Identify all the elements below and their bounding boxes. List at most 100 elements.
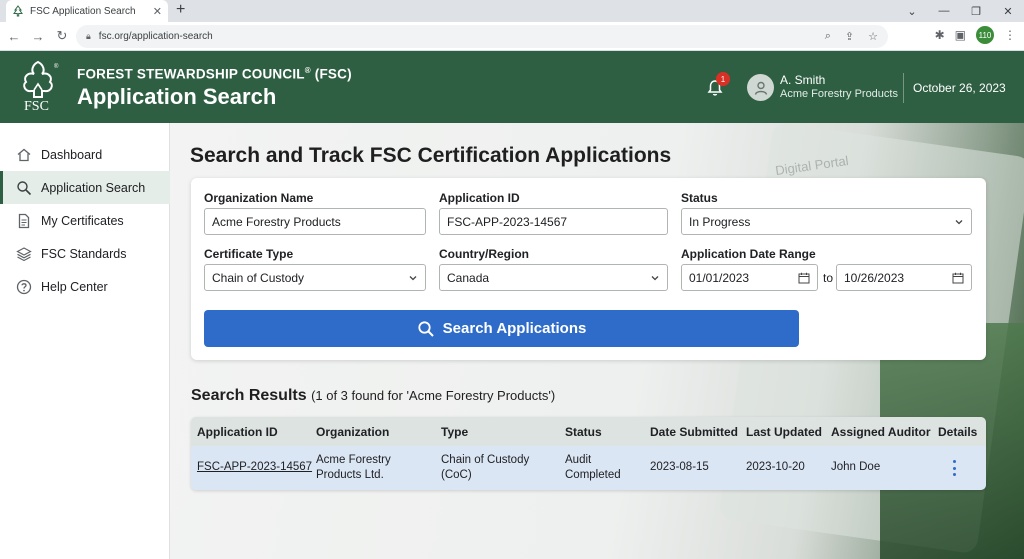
profile-avatar[interactable]: 110 (976, 26, 994, 44)
chevron-down-icon (955, 219, 963, 224)
browser-toolbar: ← → ↻ 🔒︎ fsc.org/application-search ⌕ ⇪ … (0, 22, 1024, 51)
maximize-icon[interactable]: ❐ (960, 5, 992, 18)
results-count: (1 of 3 found for 'Acme Forestry Product… (311, 388, 556, 403)
more-options-icon[interactable] (951, 460, 957, 476)
application-id-value: FSC-APP-2023-14567 (447, 214, 568, 229)
tab-search-icon[interactable]: ⌄ (896, 5, 928, 18)
sidebar-item-my-certificates[interactable]: My Certificates (0, 204, 170, 237)
logo-text: FSC (24, 99, 49, 114)
calendar-icon[interactable] (798, 272, 810, 284)
assigned-auditor-cell: John Doe (831, 461, 881, 473)
date-range-label: Application Date Range (681, 247, 816, 261)
organization-name-input[interactable]: Acme Forestry Products (204, 208, 426, 235)
status-label: Status (681, 191, 718, 205)
layers-icon (16, 246, 32, 261)
sidebar-item-label: FSC Standards (41, 246, 127, 261)
results-title-text: Search Results (191, 387, 307, 404)
organization-name-value: Acme Forestry Products (212, 214, 341, 229)
search-icon (418, 320, 434, 337)
certificate-type-select[interactable]: Chain of Custody (204, 264, 426, 291)
forward-icon[interactable]: → (28, 29, 48, 44)
country-region-select[interactable]: Canada (439, 264, 668, 291)
country-region-label: Country/Region (439, 247, 529, 261)
column-header-date-submitted[interactable]: Date Submitted (650, 425, 738, 439)
tab-title: FSC Application Search (30, 5, 136, 17)
date-from-value: 01/01/2023 (689, 270, 750, 285)
lock-icon[interactable]: 🔒︎ (86, 31, 91, 42)
user-name[interactable]: A. Smith (780, 73, 825, 87)
org-name-text: FOREST STEWARDSHIP COUNCIL (77, 66, 305, 82)
sidebar-item-application-search[interactable]: Application Search (0, 171, 170, 204)
organization-name-label: Organization Name (204, 191, 314, 205)
search-results-heading: Search Results (1 of 3 found for 'Acme F… (191, 387, 555, 405)
app-header: ® FSC FOREST STEWARDSHIP COUNCIL® (FSC) … (0, 51, 1024, 123)
type-line-2: (CoC) (441, 469, 472, 481)
notification-badge: 1 (716, 72, 730, 86)
column-header-application-id[interactable]: Application ID (197, 425, 278, 439)
sidebar-item-help-center[interactable]: Help Center (0, 270, 170, 303)
date-to-input[interactable]: 10/26/2023 (836, 264, 972, 291)
close-tab-icon[interactable]: ✕ (153, 5, 162, 18)
certificate-type-label: Certificate Type (204, 247, 294, 261)
minimize-icon[interactable]: — (928, 5, 960, 17)
sidebar-item-label: Application Search (41, 180, 146, 195)
date-submitted-cell: 2023-08-15 (650, 461, 709, 473)
date-from-input[interactable]: 01/01/2023 (681, 264, 818, 291)
svg-text:®: ® (54, 63, 59, 70)
status-line-2: Completed (565, 469, 621, 481)
url-text: fsc.org/application-search (98, 31, 213, 42)
chevron-down-icon (651, 275, 659, 280)
column-header-status[interactable]: Status (565, 425, 602, 439)
column-header-assigned-auditor[interactable]: Assigned Auditor (831, 425, 931, 439)
home-icon (17, 148, 31, 161)
sidebar-item-dashboard[interactable]: Dashboard (0, 138, 170, 171)
organization-cell: Acme Forestry Products Ltd. (316, 453, 391, 483)
status-value: In Progress (689, 214, 751, 229)
close-window-icon[interactable]: ✕ (992, 5, 1024, 18)
new-tab-button[interactable]: + (176, 1, 185, 19)
type-cell: Chain of Custody (CoC) (441, 453, 529, 483)
application-id-input[interactable]: FSC-APP-2023-14567 (439, 208, 668, 235)
search-button-label: Search Applications (442, 320, 587, 337)
column-header-type[interactable]: Type (441, 425, 468, 439)
zoom-icon[interactable]: ⌕ (825, 30, 831, 43)
user-avatar[interactable] (747, 74, 774, 101)
browser-menu-icon[interactable]: ⋮ (1004, 28, 1016, 42)
status-cell: Audit Completed (565, 453, 621, 483)
fsc-tree-icon (13, 5, 23, 17)
last-updated-cell: 2023-10-20 (746, 461, 805, 473)
search-icon (17, 180, 32, 195)
current-date: October 26, 2023 (913, 81, 1006, 95)
share-icon[interactable]: ⇪ (845, 30, 854, 43)
browser-tab[interactable]: FSC Application Search ✕ (6, 0, 168, 22)
organization-line-2: Products Ltd. (316, 469, 384, 481)
results-table: Application ID Organization Type Status … (191, 417, 986, 490)
search-applications-button[interactable]: Search Applications (204, 310, 799, 347)
country-region-value: Canada (447, 270, 490, 285)
main-content: Digital Portal Search and Track FSC Cert… (170, 123, 1024, 559)
column-header-details: Details (938, 425, 978, 439)
reload-icon[interactable]: ↻ (52, 28, 72, 44)
back-icon[interactable]: ← (4, 29, 24, 44)
certificate-type-value: Chain of Custody (212, 270, 305, 285)
status-select[interactable]: In Progress (681, 208, 972, 235)
fsc-logo[interactable]: ® FSC (14, 59, 62, 115)
calendar-icon[interactable] (952, 272, 964, 284)
bookmark-star-icon[interactable]: ☆ (868, 30, 878, 43)
application-id-link[interactable]: FSC-APP-2023-14567 (197, 460, 312, 475)
column-header-last-updated[interactable]: Last Updated (746, 425, 822, 439)
sidebar-item-label: Help Center (41, 279, 108, 294)
extensions-icon[interactable]: ✱ (935, 28, 945, 42)
toolbar-icons: ✱ ▣ 110 ⋮ (935, 26, 1016, 44)
column-header-organization[interactable]: Organization (316, 425, 389, 439)
address-bar[interactable]: 🔒︎ fsc.org/application-search ⌕ ⇪ ☆ (76, 25, 888, 48)
page-title: Application Search (77, 84, 277, 109)
side-panel-icon[interactable]: ▣ (955, 28, 966, 42)
sidebar-item-fsc-standards[interactable]: FSC Standards (0, 237, 170, 270)
table-header: Application ID Organization Type Status … (191, 417, 986, 446)
status-line-1: Audit (565, 454, 592, 466)
table-row[interactable]: FSC-APP-2023-14567 Acme Forestry Product… (191, 446, 986, 490)
type-line-1: Chain of Custody (441, 454, 530, 466)
sidebar-item-label: Dashboard (41, 147, 103, 162)
registered-mark: ® (304, 66, 311, 75)
